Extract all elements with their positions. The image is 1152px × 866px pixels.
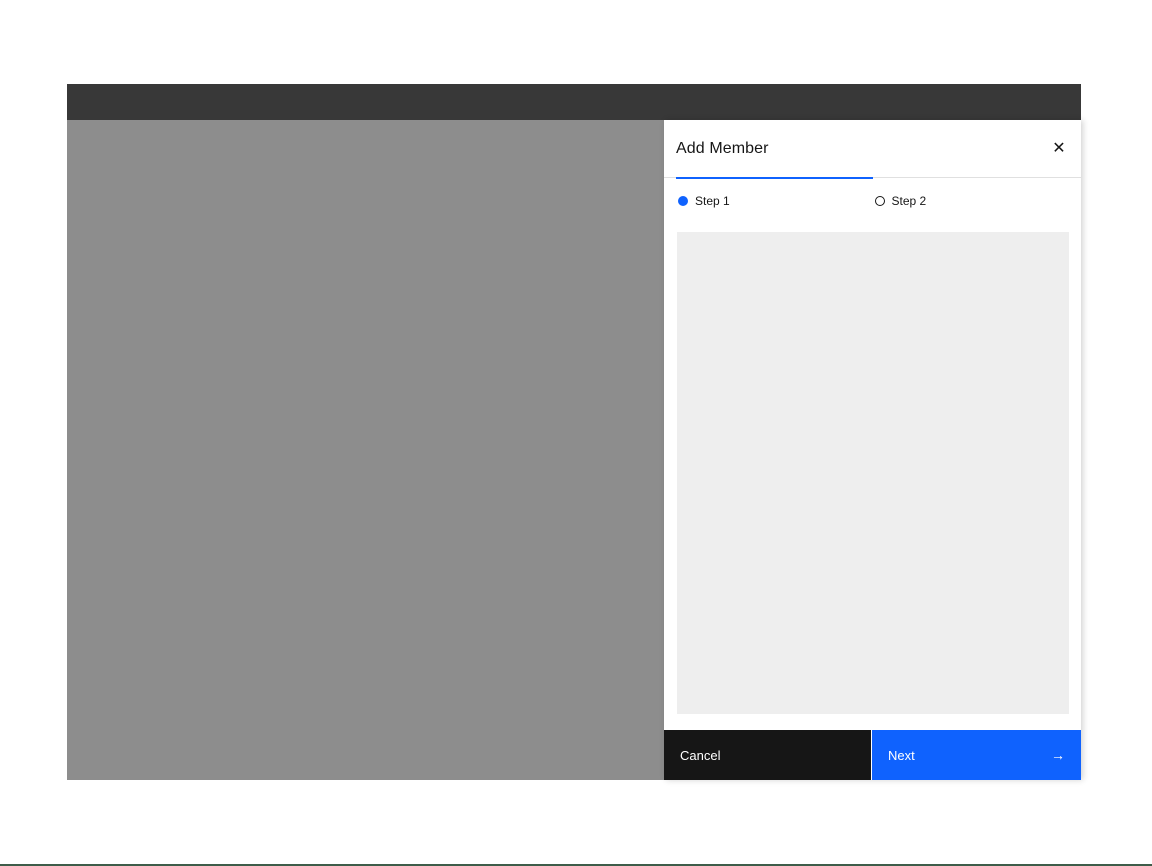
- next-button[interactable]: Next →: [872, 730, 1081, 780]
- panel-title: Add Member: [676, 140, 769, 158]
- add-member-side-panel: Add Member ✕ Step 1 Step 2 Cancel: [664, 120, 1081, 780]
- arrow-right-icon: →: [1051, 747, 1065, 763]
- step-2-label: Step 2: [892, 194, 927, 208]
- panel-header: Add Member ✕: [664, 120, 1081, 178]
- step-current-icon: [678, 196, 688, 206]
- app-window: Add Member ✕ Step 1 Step 2 Cancel: [67, 84, 1081, 780]
- panel-footer: Cancel Next →: [664, 730, 1081, 780]
- progress-step-2[interactable]: Step 2: [873, 179, 1070, 213]
- close-button[interactable]: ✕: [1043, 133, 1075, 165]
- progress-step-1[interactable]: Step 1: [676, 179, 873, 213]
- app-header-bar: [67, 84, 1081, 120]
- step-incomplete-icon: [875, 196, 885, 206]
- next-button-label: Next: [888, 748, 915, 763]
- close-icon: ✕: [1052, 140, 1065, 157]
- progress-indicator: Step 1 Step 2: [676, 179, 1069, 213]
- cancel-button[interactable]: Cancel: [664, 730, 871, 780]
- step-1-label: Step 1: [695, 194, 730, 208]
- page: Add Member ✕ Step 1 Step 2 Cancel: [0, 0, 1152, 866]
- form-content-placeholder: [677, 232, 1069, 714]
